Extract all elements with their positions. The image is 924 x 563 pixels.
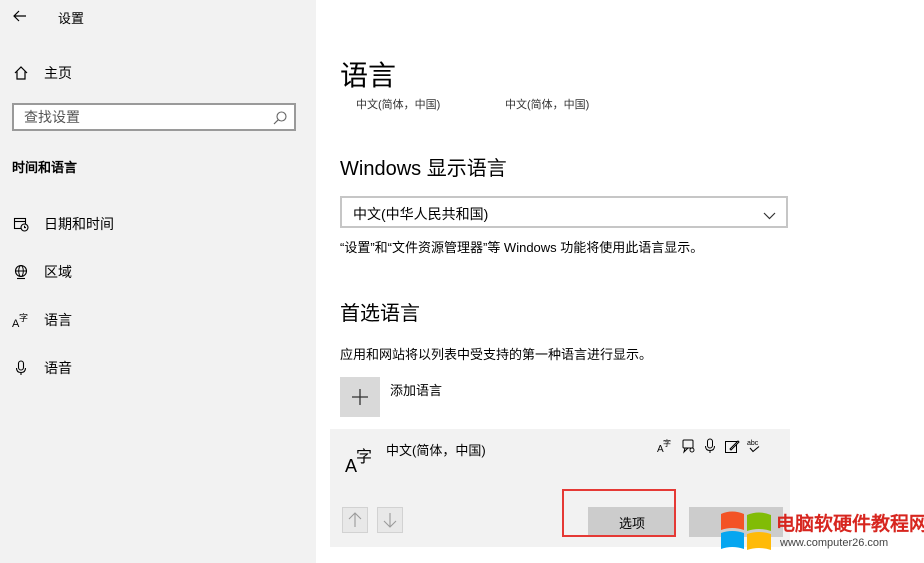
language-glyph-icon: A 字: [345, 443, 377, 476]
search-icon[interactable]: [272, 110, 288, 126]
sidebar-item-home[interactable]: 主页: [0, 53, 316, 93]
sidebar-item-region[interactable]: 区域: [0, 252, 316, 292]
section-title: 时间和语言: [12, 160, 78, 175]
move-up-button[interactable]: [342, 507, 368, 533]
search-box[interactable]: [12, 103, 296, 131]
move-down-button[interactable]: [377, 507, 403, 533]
voice-input-icon: [701, 437, 719, 455]
home-icon: [12, 64, 30, 82]
preferred-languages-description: 应用和网站将以列表中受支持的第一种语言进行显示。: [340, 347, 653, 362]
sidebar: 设置 主页 时间和语言 日期和时间 区域 A字 语言 语音: [0, 0, 316, 563]
speech-icon: [679, 437, 697, 455]
window-title: 设置: [58, 11, 85, 26]
microphone-icon: [12, 359, 30, 377]
display-language-dropdown[interactable]: 中文(中华人民共和国): [340, 196, 788, 228]
add-language-label[interactable]: 添加语言: [390, 380, 442, 399]
svg-text:字: 字: [663, 438, 671, 448]
spellcheck-icon: abc: [745, 437, 763, 455]
add-language-button[interactable]: [340, 377, 380, 417]
sidebar-item-label: 主页: [44, 65, 72, 81]
display-language-icon: A字: [656, 437, 674, 455]
subtitle-windows-display-language: 中文(简体，中国): [356, 99, 441, 111]
back-arrow-icon[interactable]: [10, 6, 30, 26]
search-input[interactable]: [14, 105, 264, 129]
arrow-down-icon: [383, 513, 397, 528]
language-icon: A字: [12, 311, 30, 329]
preferred-languages-heading: 首选语言: [340, 303, 420, 325]
display-language-heading: Windows 显示语言: [340, 158, 507, 180]
watermark-brand: 电脑软硬件教程网: [776, 514, 924, 535]
chevron-down-icon: [763, 207, 776, 225]
windows-logo-icon: [721, 511, 771, 550]
sidebar-item-language[interactable]: A字 语言: [0, 300, 316, 340]
dropdown-value: 中文(中华人民共和国): [353, 206, 489, 222]
plus-icon: [352, 389, 368, 405]
sidebar-item-speech[interactable]: 语音: [0, 348, 316, 388]
sidebar-item-label: 语言: [44, 312, 72, 328]
page-title: 语言: [340, 60, 397, 91]
subtitle-regional-format: 中文(简体，中国): [505, 99, 590, 111]
watermark: 电脑软硬件教程网 www.computer26.com: [718, 502, 924, 560]
sidebar-item-datetime[interactable]: 日期和时间: [0, 204, 316, 244]
main-panel: 语言 中文(简体，中国) 中文(简体，中国) Windows 显示语言 中文(中…: [316, 0, 924, 563]
sidebar-item-label: 区域: [44, 264, 72, 280]
globe-icon: [12, 263, 30, 281]
watermark-url: www.computer26.com: [780, 537, 889, 549]
language-name: 中文(简体，中国): [386, 443, 486, 458]
glyph-cjk: 字: [356, 447, 373, 466]
highlight-box: [562, 489, 676, 537]
handwriting-icon: [723, 437, 741, 455]
svg-text:abc: abc: [747, 440, 759, 447]
svg-text:字: 字: [19, 312, 28, 324]
sidebar-item-label: 日期和时间: [44, 216, 114, 232]
arrow-up-icon: [348, 512, 362, 527]
sidebar-item-label: 语音: [44, 360, 72, 376]
calendar-clock-icon: [12, 215, 30, 233]
display-language-note: “设置”和“文件资源管理器”等 Windows 功能将使用此语言显示。: [340, 240, 704, 255]
